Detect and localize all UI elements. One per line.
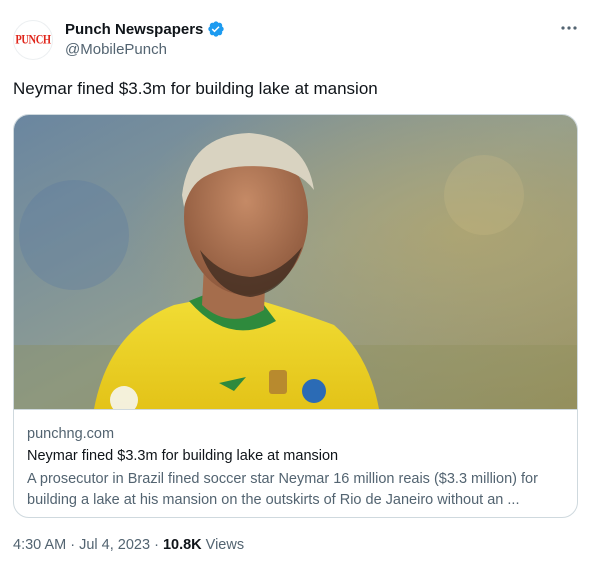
- tweet-meta: 4:30 AM · Jul 4, 2023 · 10.8K Views: [13, 537, 244, 553]
- tweet-text: Neymar fined $3.3m for building lake at …: [13, 79, 378, 98]
- name-row: Punch Newspapers: [65, 20, 225, 38]
- avatar[interactable]: PUNCH: [13, 20, 53, 60]
- handle[interactable]: @MobilePunch: [65, 41, 167, 58]
- avatar-logo-text: PUNCH: [15, 33, 51, 47]
- tweet: PUNCH Punch Newspapers @MobilePunch Neym…: [0, 0, 591, 571]
- link-card[interactable]: punchng.com Neymar fined $3.3m for build…: [13, 114, 578, 518]
- link-card-title: Neymar fined $3.3m for building lake at …: [27, 448, 339, 464]
- meta-separator: ·: [66, 537, 80, 553]
- views-label: Views: [205, 537, 245, 553]
- more-options-button[interactable]: [557, 18, 581, 38]
- link-card-description: A prosecutor in Brazil fined soccer star…: [27, 471, 538, 508]
- verified-badge-icon: [208, 21, 225, 37]
- tweet-date[interactable]: Jul 4, 2023: [79, 537, 150, 553]
- news-photo-image: [14, 115, 577, 409]
- link-card-body: punchng.com Neymar fined $3.3m for build…: [14, 409, 577, 517]
- more-options-icon: [561, 26, 577, 30]
- tweet-time[interactable]: 4:30 AM: [13, 537, 66, 553]
- views-count: 10.8K: [162, 537, 202, 553]
- display-name[interactable]: Punch Newspapers: [65, 21, 203, 38]
- meta-separator-2: ·: [150, 537, 163, 553]
- link-card-domain: punchng.com: [27, 426, 115, 442]
